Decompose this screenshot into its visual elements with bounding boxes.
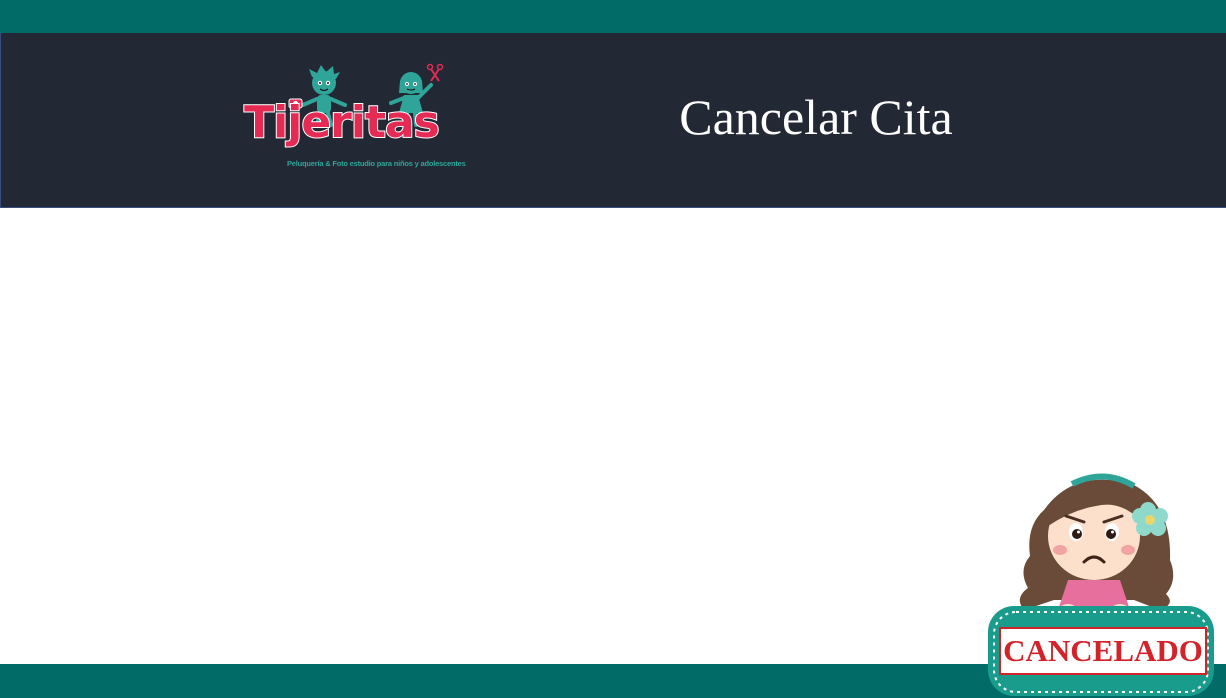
brand-logo[interactable]: Tijeritas Peluquería & Foto estudio para… bbox=[239, 63, 466, 175]
brand-tagline: Peluquería & Foto estudio para niños y a… bbox=[287, 159, 466, 168]
top-accent-bar bbox=[0, 0, 1226, 33]
header: Tijeritas Peluquería & Foto estudio para… bbox=[0, 33, 1226, 208]
page-title: Cancelar Cita bbox=[679, 89, 953, 145]
brand-name: Tijeritas bbox=[243, 97, 441, 148]
cancelled-stamp-label: CANCELADO bbox=[1003, 633, 1203, 668]
